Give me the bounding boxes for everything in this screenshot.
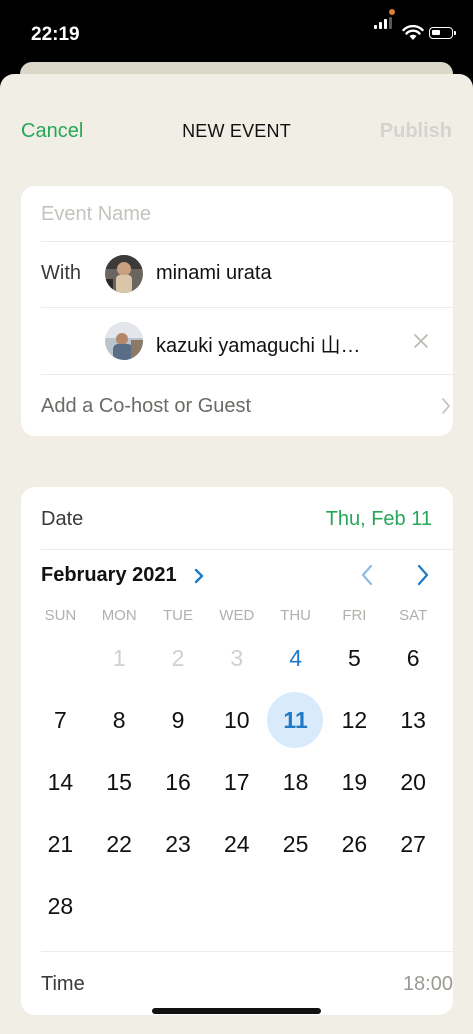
month-label[interactable]: February 2021: [41, 564, 177, 587]
close-icon[interactable]: [414, 334, 428, 348]
calendar-day[interactable]: 27: [384, 813, 443, 875]
calendar-day[interactable]: 20: [384, 751, 443, 813]
calendar-day[interactable]: 15: [90, 751, 149, 813]
home-indicator: [152, 1008, 321, 1014]
guest-row: kazuki yamaguchi 山…: [41, 308, 453, 375]
calendar-day[interactable]: 19: [325, 751, 384, 813]
status-bar: 22:19: [0, 0, 473, 70]
calendar-day-selected[interactable]: 11: [266, 689, 325, 751]
weekday-label: SAT: [399, 607, 428, 624]
chevron-right-icon: [442, 398, 450, 414]
date-card: Date Thu, Feb 11 February 2021 SUN MON TUE…: [21, 487, 453, 1015]
calendar-day: 2: [171, 645, 185, 671]
new-event-sheet: Cancel NEW EVENT Publish Event Name With…: [0, 74, 473, 1034]
calendar-day[interactable]: 24: [207, 813, 266, 875]
calendar-day[interactable]: 17: [207, 751, 266, 813]
guest-name: kazuki yamaguchi 山…: [156, 335, 361, 357]
avatar: [105, 255, 143, 293]
calendar-day: 1: [112, 645, 126, 671]
weekday-label: WED: [219, 607, 255, 624]
calendar-day[interactable]: 22: [90, 813, 149, 875]
nav-bar: Cancel NEW EVENT Publish: [0, 74, 473, 189]
weekday-label: THU: [280, 607, 311, 624]
calendar-day[interactable]: 28: [31, 875, 90, 937]
wifi-icon: [402, 25, 424, 40]
battery-icon: [429, 27, 456, 39]
add-guest-label: Add a Co-host or Guest: [41, 395, 252, 417]
calendar-grid: 1 2 3 4 5 6 7 8 9 10 11 12 13 14 15 16 17 18 19 20 21 22 23 24 2…: [31, 627, 443, 947]
chevron-left-icon[interactable]: [359, 563, 375, 587]
divider: [41, 186, 453, 242]
weekday-label: FRI: [342, 607, 367, 624]
with-label: With: [41, 262, 81, 284]
time-value[interactable]: 18:00: [403, 973, 453, 996]
publish-button[interactable]: Publish: [380, 120, 452, 143]
calendar-day[interactable]: 7: [31, 689, 90, 751]
event-details-card: Event Name With minami urata kazuki yama…: [21, 186, 453, 436]
chevron-right-icon[interactable]: [415, 563, 431, 587]
time-label: Time: [41, 973, 85, 995]
calendar-day[interactable]: 16: [149, 751, 208, 813]
divider: [41, 487, 453, 550]
calendar-day[interactable]: 10: [207, 689, 266, 751]
status-time: 22:19: [31, 24, 80, 45]
calendar-day[interactable]: 12: [325, 689, 384, 751]
add-guest-row[interactable]: Add a Co-host or Guest: [41, 375, 453, 436]
calendar-day[interactable]: 21: [31, 813, 90, 875]
weekday-label: MON: [101, 607, 137, 624]
calendar-day[interactable]: 5: [325, 627, 384, 689]
time-row[interactable]: Time 18:00: [41, 951, 453, 1015]
chevron-right-icon[interactable]: [193, 567, 205, 585]
weekday-label: SUN: [44, 607, 77, 624]
calendar-day[interactable]: 14: [31, 751, 90, 813]
privacy-indicator-dot: [389, 9, 395, 15]
calendar-day[interactable]: 8: [90, 689, 149, 751]
calendar-day[interactable]: 23: [149, 813, 208, 875]
calendar-day[interactable]: 6: [384, 627, 443, 689]
calendar-day[interactable]: 25: [266, 813, 325, 875]
calendar-day[interactable]: 4: [266, 627, 325, 689]
avatar: [105, 322, 143, 360]
guest-row: With minami urata: [41, 242, 453, 308]
calendar-day[interactable]: 18: [266, 751, 325, 813]
guest-name: minami urata: [156, 262, 272, 284]
calendar-day[interactable]: 26: [325, 813, 384, 875]
calendar-day: 3: [230, 645, 244, 671]
weekday-label: TUE: [162, 607, 193, 624]
calendar-day[interactable]: 9: [149, 689, 208, 751]
calendar-day[interactable]: 13: [384, 689, 443, 751]
